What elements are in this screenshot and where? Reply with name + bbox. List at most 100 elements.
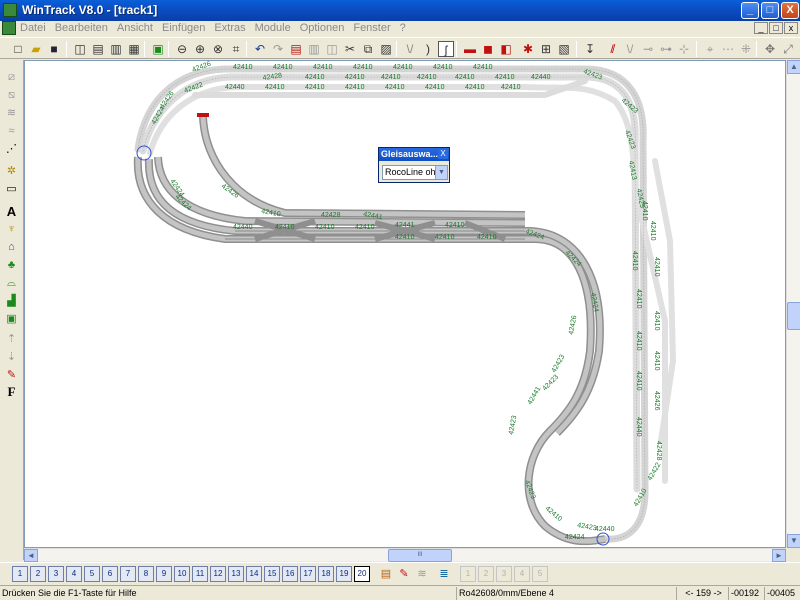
track-group-main[interactable] bbox=[133, 116, 606, 546]
extra-layer-4[interactable]: 4 bbox=[514, 566, 530, 582]
font-icon[interactable]: F bbox=[3, 384, 20, 399]
signal-icon[interactable]: ♆ bbox=[3, 222, 20, 237]
snap-icon[interactable]: ⌖ bbox=[702, 41, 718, 57]
track-ladder-icon[interactable]: ⧄ bbox=[3, 70, 20, 85]
maximize-button[interactable]: □ bbox=[761, 2, 779, 19]
dialog-close-button[interactable]: X bbox=[438, 149, 448, 159]
layer-button-14[interactable]: 14 bbox=[246, 566, 262, 582]
calculator-icon[interactable]: ▦ bbox=[126, 41, 142, 57]
zoom-all-icon[interactable]: ⌗ bbox=[228, 41, 244, 57]
new-file-icon[interactable]: □ bbox=[10, 41, 26, 57]
layer-button-7[interactable]: 7 bbox=[120, 566, 136, 582]
mdi-minimize-button[interactable]: _ bbox=[754, 22, 768, 34]
track-parallel2-icon[interactable]: ≈ bbox=[3, 124, 20, 139]
layer-button-9[interactable]: 9 bbox=[156, 566, 172, 582]
layer-button-2[interactable]: 2 bbox=[30, 566, 46, 582]
scroll-right-button[interactable]: ► bbox=[772, 549, 786, 562]
redo-icon[interactable]: ↷ bbox=[270, 41, 286, 57]
doc-split-icon[interactable]: ◫ bbox=[324, 41, 340, 57]
vertical-scrollbar[interactable]: ▲ ▼ bbox=[786, 60, 800, 548]
zoom-window-icon[interactable]: ⊗ bbox=[210, 41, 226, 57]
menu-extras[interactable]: Extras bbox=[214, 22, 245, 34]
app-icon[interactable] bbox=[3, 3, 17, 17]
layer-button-1[interactable]: 1 bbox=[12, 566, 28, 582]
height-line-icon[interactable]: ⇡ bbox=[3, 332, 20, 347]
track-straight-icon[interactable]: \/ bbox=[402, 41, 418, 57]
scroll-up-button[interactable]: ▲ bbox=[787, 60, 800, 74]
layer-button-16[interactable]: 16 bbox=[282, 566, 298, 582]
track-end-marker[interactable] bbox=[197, 113, 209, 117]
horizontal-scroll-thumb[interactable]: III bbox=[388, 549, 452, 562]
menu-bearbeiten[interactable]: Bearbeiten bbox=[55, 22, 108, 34]
outer-track-1[interactable] bbox=[134, 65, 649, 543]
vertical-scroll-thumb[interactable] bbox=[787, 302, 800, 330]
fullscreen-icon[interactable]: ⤢ bbox=[780, 41, 796, 57]
layer-button-12[interactable]: 12 bbox=[210, 566, 226, 582]
scenery-icon[interactable]: ✲ bbox=[3, 164, 20, 179]
switch-red-icon[interactable]: ▬ bbox=[462, 41, 478, 57]
close-button[interactable]: X bbox=[781, 2, 799, 19]
rail-edit-icon[interactable]: ✎ bbox=[3, 368, 20, 383]
info-icon[interactable]: ⁜ bbox=[738, 41, 754, 57]
document-icon[interactable] bbox=[2, 21, 16, 35]
doc-grid-icon[interactable]: ▥ bbox=[306, 41, 322, 57]
cut-icon[interactable]: ✂ bbox=[342, 41, 358, 57]
menu-datei[interactable]: Datei bbox=[20, 22, 46, 34]
paste-icon[interactable]: ▨ bbox=[378, 41, 394, 57]
landscape-icon[interactable]: ▟ bbox=[3, 294, 20, 309]
undo-icon[interactable]: ↶ bbox=[252, 41, 268, 57]
horizontal-scrollbar[interactable]: ◄ III ► bbox=[24, 548, 786, 562]
building-icon[interactable]: ⌂ bbox=[3, 240, 20, 255]
open-folder-icon[interactable]: ▰ bbox=[28, 41, 44, 57]
print-preview-icon[interactable]: ◫ bbox=[72, 41, 88, 57]
zoom-out-icon[interactable]: ⊖ bbox=[174, 41, 190, 57]
mdi-restore-button[interactable]: □ bbox=[769, 22, 783, 34]
menu-module[interactable]: Module bbox=[255, 22, 291, 34]
mdi-close-button[interactable]: x bbox=[784, 22, 798, 34]
save-icon[interactable]: ■ bbox=[46, 41, 62, 57]
layer-button-4[interactable]: 4 bbox=[66, 566, 82, 582]
turntable-icon[interactable]: ⊞ bbox=[538, 41, 554, 57]
print-icon[interactable]: ▤ bbox=[90, 41, 106, 57]
track-flex-icon[interactable]: ʃ bbox=[438, 41, 454, 57]
page-setup-icon[interactable]: ▥ bbox=[108, 41, 124, 57]
extra-layer-3[interactable]: 3 bbox=[496, 566, 512, 582]
layer-button-3[interactable]: 3 bbox=[48, 566, 64, 582]
menu-ansicht[interactable]: Ansicht bbox=[117, 22, 153, 34]
track-canvas[interactable]: 42426 42410 42410 42410 42410 42410 42410 42410… bbox=[24, 60, 786, 548]
extra-layer-2[interactable]: 2 bbox=[478, 566, 494, 582]
extra-layer-1[interactable]: 1 bbox=[460, 566, 476, 582]
layer-button-13[interactable]: 13 bbox=[228, 566, 244, 582]
contour-icon[interactable]: ▣ bbox=[3, 312, 20, 327]
layer-button-15[interactable]: 15 bbox=[264, 566, 280, 582]
title-bar[interactable]: WinTrack V8.0 - [track1] _ □ X bbox=[0, 0, 800, 21]
layer-button-17[interactable]: 17 bbox=[300, 566, 316, 582]
chevron-down-icon[interactable]: ▼ bbox=[435, 166, 447, 179]
track-parallel-icon[interactable]: ≋ bbox=[3, 106, 20, 121]
disconnect-icon[interactable]: ⊶ bbox=[658, 41, 674, 57]
layer-button-10[interactable]: 10 bbox=[174, 566, 190, 582]
copy-icon[interactable]: ⧉ bbox=[360, 41, 376, 57]
layer-all-icon[interactable]: ≣ bbox=[436, 566, 452, 582]
track-highlight-icon[interactable]: ⋰ bbox=[3, 142, 20, 157]
measure-icon[interactable]: ↧ bbox=[582, 41, 598, 57]
layer-button-20[interactable]: 20 bbox=[354, 566, 370, 582]
grid-icon[interactable]: ⊹ bbox=[676, 41, 692, 57]
scroll-left-button[interactable]: ◄ bbox=[24, 549, 38, 562]
tree-icon[interactable]: ♣ bbox=[3, 258, 20, 273]
track-selection-dialog[interactable]: Gleisauswa... X RocoLine ohr ▼ bbox=[378, 147, 450, 183]
layer-button-6[interactable]: 6 bbox=[102, 566, 118, 582]
marker-icon[interactable]: ⇣ bbox=[3, 350, 20, 365]
height-icon[interactable]: /̸ bbox=[604, 41, 620, 57]
menu-optionen[interactable]: Optionen bbox=[300, 22, 345, 34]
align-icon[interactable]: \/ bbox=[622, 41, 638, 57]
layer-button-19[interactable]: 19 bbox=[336, 566, 352, 582]
scroll-down-button[interactable]: ▼ bbox=[787, 534, 800, 548]
layer-edit-icon[interactable]: ✎ bbox=[396, 566, 412, 582]
layer-button-11[interactable]: 11 bbox=[192, 566, 208, 582]
connect-icon[interactable]: ⊸ bbox=[640, 41, 656, 57]
minimize-button[interactable]: _ bbox=[741, 2, 759, 19]
track-curve-icon[interactable]: ) bbox=[420, 41, 436, 57]
extra-layer-5[interactable]: 5 bbox=[532, 566, 548, 582]
layer-button-18[interactable]: 18 bbox=[318, 566, 334, 582]
